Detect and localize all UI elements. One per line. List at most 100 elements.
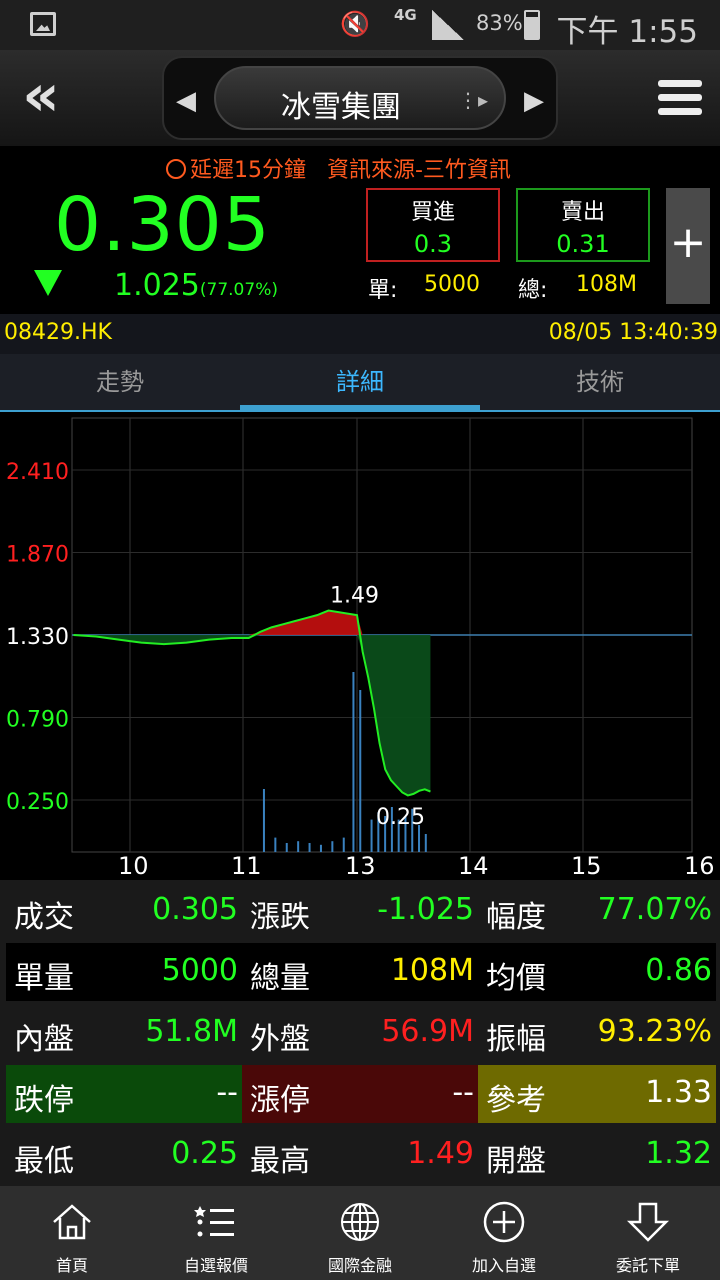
delay-text: 延遲15分鐘 xyxy=(190,158,306,183)
detail-cell: 振幅 93.23% xyxy=(478,1004,716,1062)
expand-button[interactable]: + xyxy=(666,188,710,304)
detail-value: 5000 xyxy=(161,953,238,988)
total-value: 108M xyxy=(576,272,637,297)
source-text: 資訊來源-三竹資訊 xyxy=(326,158,511,183)
add-circle-icon xyxy=(483,1201,525,1243)
high-label: 1.49 xyxy=(330,584,379,609)
y-tick-label: 0.790 xyxy=(6,708,69,733)
y-tick-label: 1.870 xyxy=(6,543,69,568)
volume-bar xyxy=(424,834,427,852)
detail-value: 1.49 xyxy=(407,1136,474,1171)
stock-name: 冰雪集團 xyxy=(281,90,401,125)
detail-value: 0.86 xyxy=(645,953,712,988)
buy-value: 0.3 xyxy=(413,230,453,258)
detail-key: 單量 xyxy=(14,961,74,996)
bottom-nav: 首頁 自選報價 國際金融 加入自選 委託下單 xyxy=(0,1186,720,1280)
tab-trend[interactable]: 走勢 xyxy=(0,354,240,410)
network-type: 4G xyxy=(394,6,417,24)
detail-cell: 總量 108M xyxy=(242,943,478,1001)
volume-bar xyxy=(370,819,373,852)
list-icon xyxy=(194,1206,234,1237)
quote-panel: 延遲15分鐘 資訊來源-三竹資訊 0.305 1.025(77.07%) 買進 … xyxy=(0,146,720,314)
nav-add-watch-label: 加入自選 xyxy=(471,1256,536,1275)
battery-icon xyxy=(524,10,540,40)
detail-value: -- xyxy=(216,1075,238,1110)
volume-bar xyxy=(352,672,355,852)
detail-value: 0.305 xyxy=(152,892,238,927)
change-value: 1.025 xyxy=(114,268,200,303)
detail-cell: 均價 0.86 xyxy=(478,943,716,1001)
detail-cell: 漲停 -- xyxy=(242,1065,478,1123)
sell-box[interactable]: 賣出 0.31 xyxy=(516,188,650,262)
mute-icon: 🔇 xyxy=(340,10,370,38)
detail-value: 93.23% xyxy=(597,1014,712,1049)
y-tick-label: 1.330 xyxy=(6,625,69,650)
back-button[interactable]: « xyxy=(8,66,74,128)
detail-value: 0.25 xyxy=(171,1136,238,1171)
detail-key: 總量 xyxy=(250,961,310,996)
detail-key: 參考 xyxy=(486,1083,546,1118)
detail-cell: 漲跌 -1.025 xyxy=(242,882,478,940)
stock-code: 08429.HK xyxy=(4,320,112,345)
detail-value: 108M xyxy=(390,953,474,988)
x-tick-label: 11 xyxy=(231,852,262,880)
home-icon xyxy=(53,1204,91,1240)
last-price: 0.305 xyxy=(54,182,271,268)
nav-home-label: 首頁 xyxy=(55,1256,88,1275)
quote-datetime: 08/05 13:40:39 xyxy=(548,320,718,345)
x-tick-label: 15 xyxy=(571,852,602,880)
detail-key: 振幅 xyxy=(486,1022,546,1057)
detail-table: 成交 0.305 漲跌 -1.025 幅度 77.07% 單量 5000 總量 108M 均價 0.8… xyxy=(0,880,720,1186)
lot-value: 5000 xyxy=(424,272,480,297)
detail-value: 77.07% xyxy=(597,892,712,927)
x-tick-label: 14 xyxy=(458,852,489,880)
detail-cell: 幅度 77.07% xyxy=(478,882,716,940)
volume-bar xyxy=(331,841,334,852)
sell-value: 0.31 xyxy=(556,230,610,258)
volume-bar xyxy=(319,844,322,852)
detail-cell: 開盤 1.32 xyxy=(478,1126,716,1184)
down-arrow-icon xyxy=(34,270,62,296)
detail-cell: 成交 0.305 xyxy=(6,882,242,940)
nav-international[interactable]: 國際金融 xyxy=(288,1186,432,1280)
x-tick-label: 13 xyxy=(345,852,376,880)
nav-watchlist[interactable]: 自選報價 xyxy=(144,1186,288,1280)
volume-bar xyxy=(359,690,362,852)
menu-icon[interactable] xyxy=(658,80,702,118)
detail-key: 開盤 xyxy=(486,1144,546,1179)
order-icon xyxy=(626,1202,670,1242)
y-tick-label: 0.250 xyxy=(6,790,69,815)
buy-label: 買進 xyxy=(410,200,455,225)
clock: 下午 1:55 xyxy=(556,14,698,50)
tab-bar: 走勢 詳細 技術 xyxy=(0,354,720,412)
tab-technical[interactable]: 技術 xyxy=(480,354,720,410)
detail-cell: 單量 5000 xyxy=(6,943,242,1001)
nav-home[interactable]: 首頁 xyxy=(0,1186,144,1280)
switch-icon: ⋮▸ xyxy=(457,88,488,112)
detail-cell: 跌停 -- xyxy=(6,1065,242,1123)
nav-add-watch[interactable]: 加入自選 xyxy=(432,1186,576,1280)
signal-icon xyxy=(432,10,464,40)
detail-cell: 外盤 56.9M xyxy=(242,1004,478,1062)
detail-key: 漲跌 xyxy=(250,900,310,935)
detail-row: 成交 0.305 漲跌 -1.025 幅度 77.07% xyxy=(6,882,716,940)
nav-order[interactable]: 委託下單 xyxy=(576,1186,720,1280)
volume-bar xyxy=(262,789,265,852)
next-stock-icon[interactable]: ▶ xyxy=(524,86,544,116)
volume-bar xyxy=(342,837,345,852)
detail-cell: 內盤 51.8M xyxy=(6,1004,242,1062)
buy-box[interactable]: 買進 0.3 xyxy=(366,188,500,262)
lot-label: 單: xyxy=(368,278,398,303)
detail-cell: 最低 0.25 xyxy=(6,1126,242,1184)
stock-title-pill[interactable]: 冰雪集團 ⋮▸ xyxy=(214,66,506,130)
detail-cell: 最高 1.49 xyxy=(242,1126,478,1184)
y-tick-label: 2.410 xyxy=(6,460,69,485)
status-bar: 🔇 4G 83% 下午 1:55 xyxy=(0,0,720,50)
volume-bar xyxy=(285,843,288,852)
prev-stock-icon[interactable]: ◀ xyxy=(176,86,196,116)
gallery-icon xyxy=(30,12,56,36)
detail-row: 跌停 -- 漲停 -- 參考 1.33 xyxy=(6,1065,716,1123)
tab-detail[interactable]: 詳細 xyxy=(240,354,480,410)
down-area xyxy=(73,635,431,796)
sell-label: 賣出 xyxy=(560,200,605,225)
